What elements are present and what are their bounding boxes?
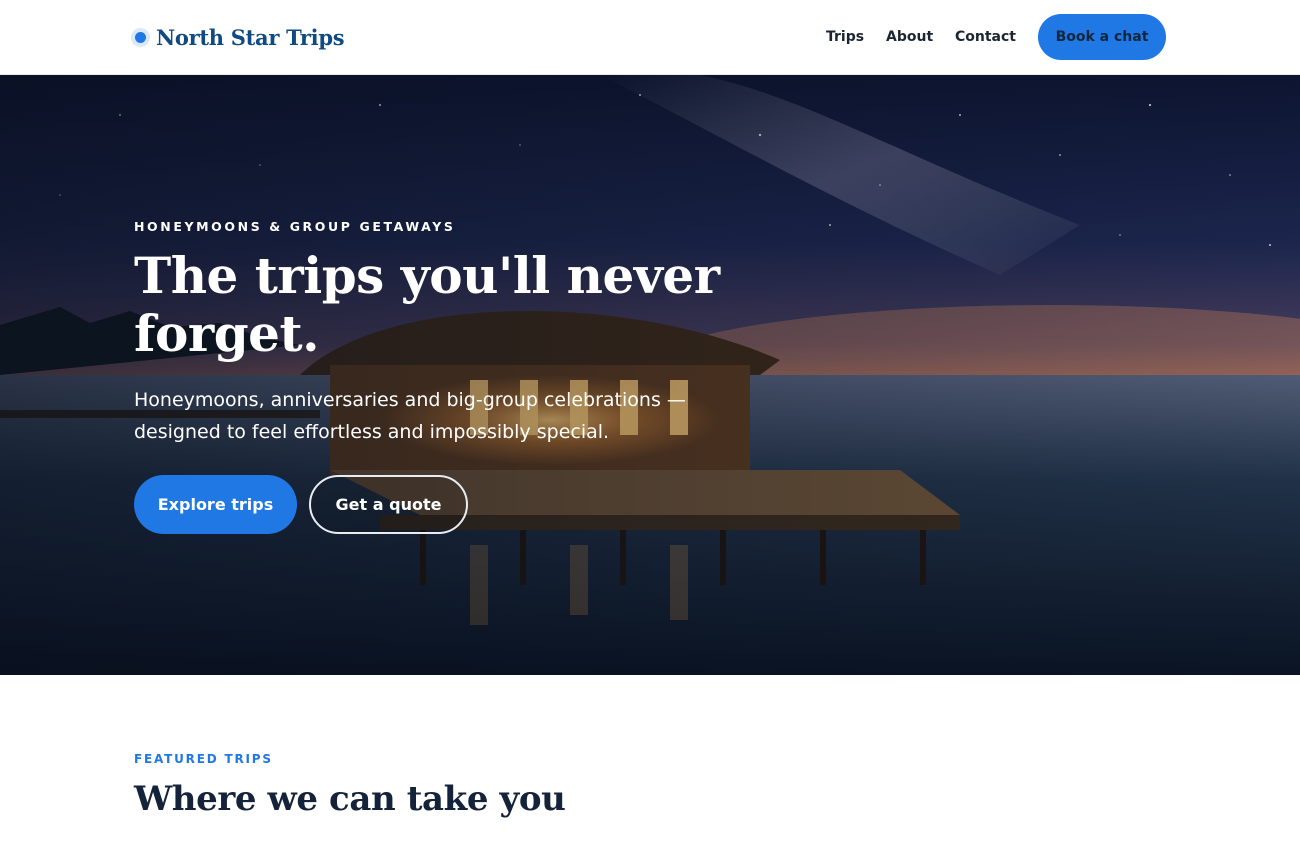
hero-section: HONEYMOONS & GROUP GETAWAYS The trips yo… (0, 75, 1300, 675)
nav-link-contact[interactable]: Contact (955, 14, 1016, 60)
star-dot-icon (131, 27, 150, 47)
book-chat-button[interactable]: Book a chat (1038, 14, 1166, 60)
nav-link-trips[interactable]: Trips (826, 14, 864, 60)
featured-trips-section: FEATURED TRIPS Where we can take you (0, 675, 1300, 850)
hero-title: The trips you'll never forget. (134, 246, 720, 363)
hero-overlay (0, 75, 1300, 675)
explore-trips-button[interactable]: Explore trips (134, 475, 297, 534)
brand-logo[interactable]: North Star Trips (131, 20, 345, 54)
brand-name: North Star Trips (156, 24, 345, 50)
featured-title: Where we can take you (134, 779, 566, 819)
get-quote-button[interactable]: Get a quote (309, 475, 468, 534)
site-header: North Star Trips Trips About Contact Boo… (0, 0, 1300, 75)
featured-eyebrow: FEATURED TRIPS (134, 752, 273, 766)
nav-link-about[interactable]: About (886, 14, 933, 60)
hero-eyebrow: HONEYMOONS & GROUP GETAWAYS (134, 219, 456, 234)
hero-subtitle: Honeymoons, anniversaries and big-group … (134, 389, 686, 443)
